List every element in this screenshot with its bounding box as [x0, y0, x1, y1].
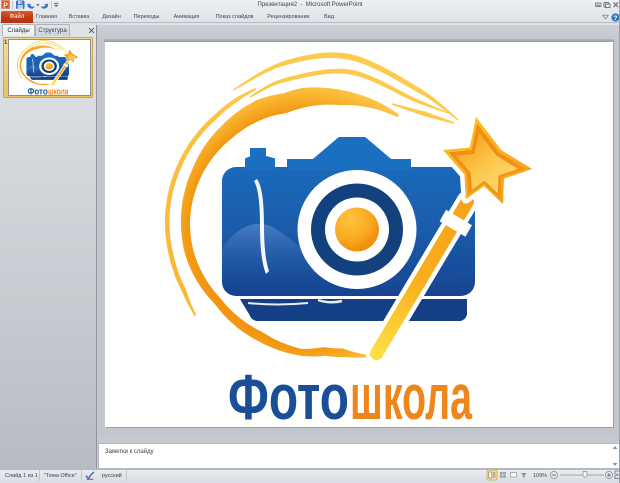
svg-text:109%: 109% — [533, 473, 547, 479]
svg-text:Фотошкола: Фотошкола — [228, 361, 472, 427]
svg-text:?: ? — [614, 15, 618, 22]
svg-text:P: P — [3, 2, 8, 9]
